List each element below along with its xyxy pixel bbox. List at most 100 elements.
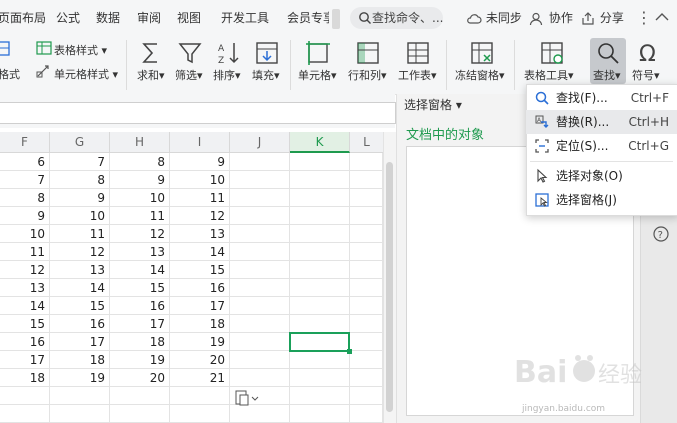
menu-item-selection-pane[interactable]: 选择窗格(J) [526,188,677,212]
menu-scroll-cap[interactable] [332,9,340,29]
grid-cell[interactable] [290,369,350,387]
menu-developer[interactable]: 开发工具 [221,0,269,36]
freeze-panes-button[interactable]: 冻结窗格▾ [455,67,505,83]
menu-view[interactable]: 视图 [177,0,201,36]
grid-cell[interactable] [350,207,383,225]
grid-cell[interactable] [230,333,290,351]
grid-cell[interactable]: 7 [0,171,50,189]
grid-cell[interactable]: 10 [50,207,110,225]
grid-cell[interactable]: 21 [170,369,230,387]
grid-cell[interactable] [230,153,290,171]
grid-cell[interactable]: 11 [110,207,170,225]
grid-cell[interactable]: 12 [170,207,230,225]
grid-cell[interactable]: 14 [50,279,110,297]
grid-cell[interactable] [290,405,350,423]
grid-cell[interactable]: 8 [110,153,170,171]
grid-cell[interactable] [350,297,383,315]
row-col-icon[interactable] [355,40,381,66]
grid-cell[interactable] [350,279,383,297]
grid-cell[interactable]: 20 [110,369,170,387]
grid-cell[interactable] [350,369,383,387]
menu-data[interactable]: 数据 [96,0,120,36]
grid-cell[interactable] [290,207,350,225]
grid-cell[interactable]: 13 [0,279,50,297]
fill-button[interactable]: 填充▾ [252,67,280,83]
grid-cell[interactable] [0,387,50,405]
grid-cell[interactable] [290,279,350,297]
grid-cell[interactable] [290,297,350,315]
grid-cell[interactable]: 12 [50,243,110,261]
grid-cell[interactable]: 17 [50,333,110,351]
grid-cell[interactable]: 14 [0,297,50,315]
menu-review[interactable]: 审阅 [137,0,161,36]
grid-cell[interactable] [230,189,290,207]
grid-cell[interactable] [350,333,383,351]
column-header-h[interactable]: H [110,132,170,153]
grid-cell[interactable]: 11 [50,225,110,243]
format-icon[interactable] [0,40,12,58]
grid-cell[interactable] [350,351,383,369]
fill-icon[interactable] [254,40,280,66]
grid-cell[interactable]: 18 [170,315,230,333]
sort-button[interactable]: 排序▾ [213,67,241,83]
sum-icon[interactable] [138,40,164,66]
grid-cell[interactable]: 15 [0,315,50,333]
grid-cell[interactable]: 10 [110,189,170,207]
grid-cell[interactable]: 9 [50,189,110,207]
sync-status[interactable]: 未同步 [466,0,522,36]
grid-cell[interactable] [230,261,290,279]
row-col-button[interactable]: 行和列▾ [348,67,387,83]
cell-area[interactable]: 6 7 8 9 7 8 9 10 8 9 10 11 9 10 11 12 10 11 12 13 11 12 13 14 12… [0,153,383,423]
grid-cell[interactable]: 20 [170,351,230,369]
menu-item-select-objects[interactable]: 选择对象(O) [526,164,677,188]
grid-cell[interactable] [230,225,290,243]
grid-cell[interactable] [350,387,383,405]
symbol-icon[interactable]: Ω [636,40,662,66]
grid-cell[interactable] [50,405,110,423]
grid-cell[interactable] [290,315,350,333]
column-header-i[interactable]: I [170,132,230,153]
grid-cell[interactable] [350,225,383,243]
grid-cell[interactable] [110,405,170,423]
grid-cell[interactable] [230,315,290,333]
collaborate-button[interactable]: 协作 [529,0,573,36]
grid-cell[interactable]: 9 [0,207,50,225]
cell-button[interactable]: 单元格▾ [298,67,337,83]
filter-icon[interactable] [177,40,203,66]
grid-cell[interactable]: 11 [170,189,230,207]
grid-cell[interactable] [290,387,350,405]
grid-cell[interactable] [230,297,290,315]
table-tools-button[interactable]: 表格工具▾ [524,67,574,83]
grid-cell[interactable]: 8 [0,189,50,207]
grid-cell[interactable]: 19 [50,369,110,387]
grid-cell[interactable] [350,189,383,207]
selected-cell[interactable] [289,332,350,352]
grid-cell[interactable]: 7 [50,153,110,171]
format-label[interactable]: 格式 [0,66,20,82]
grid-cell[interactable] [170,387,230,405]
grid-cell[interactable]: 17 [170,297,230,315]
grid-cell[interactable]: 18 [110,333,170,351]
scrollbar-thumb[interactable] [386,162,393,412]
grid-cell[interactable] [290,189,350,207]
grid-cell[interactable] [170,405,230,423]
menu-item-replace[interactable]: A 替换(R)... Ctrl+H [526,110,677,134]
sum-button[interactable]: 求和▾ [137,67,165,83]
column-header-f[interactable]: F [0,132,50,153]
collapse-ribbon-icon[interactable] [655,12,669,22]
grid-cell[interactable]: 14 [110,261,170,279]
grid-cell[interactable]: 16 [170,279,230,297]
grid-cell[interactable]: 12 [110,225,170,243]
sheet-button[interactable]: 工作表▾ [398,67,437,83]
grid-cell[interactable] [290,261,350,279]
grid-cell[interactable] [230,279,290,297]
grid-cell[interactable]: 13 [110,243,170,261]
find-icon[interactable] [595,40,621,66]
grid-cell[interactable]: 19 [110,351,170,369]
grid-cell[interactable] [50,387,110,405]
grid-cell[interactable] [290,171,350,189]
grid-cell[interactable] [350,261,383,279]
sort-icon[interactable]: AZ [216,40,242,66]
grid-cell[interactable] [350,315,383,333]
grid-cell[interactable]: 15 [170,261,230,279]
